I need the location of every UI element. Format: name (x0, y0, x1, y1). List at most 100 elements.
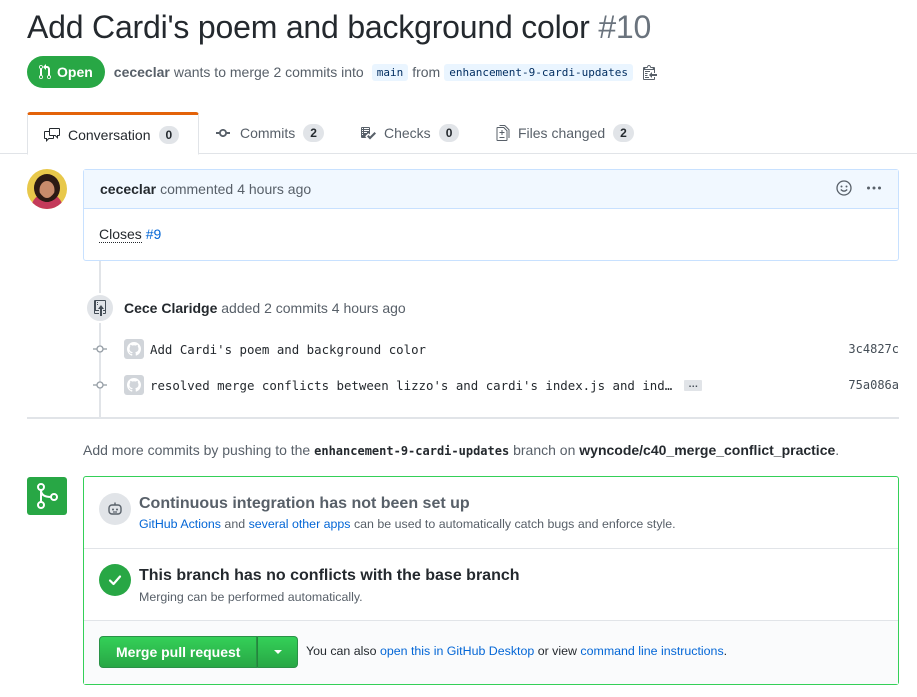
copy-branch-button[interactable] (643, 64, 658, 80)
commit-message-link[interactable]: resolved merge conflicts between lizzo's… (150, 378, 672, 393)
closes-keyword: Closes (99, 226, 142, 243)
smiley-icon (836, 179, 852, 196)
add-reaction-button[interactable] (836, 179, 852, 199)
merge-box: Continuous integration has not been set … (83, 476, 899, 685)
ci-and: and (224, 517, 246, 531)
merge-method-dropdown[interactable] (257, 636, 299, 668)
pr-tabs: Conversation 0 Commits 2 Checks 0 Files … (0, 112, 917, 155)
conflicts-section: This branch has no conflicts with the ba… (84, 549, 898, 621)
tab-checks-count: 0 (438, 124, 460, 142)
commits-event-badge (85, 293, 115, 323)
issue-link[interactable]: #9 (146, 226, 162, 242)
commit-sha-link[interactable]: 3c4827c (848, 342, 899, 356)
or-view-text: or view (537, 644, 577, 658)
tab-conversation[interactable]: Conversation 0 (27, 112, 199, 155)
ci-title: Continuous integration has not been set … (139, 495, 470, 512)
conflicts-subtitle: Merging can be performed automatically. (139, 590, 363, 604)
merge-alternatives: You can also open this in GitHub Desktop… (306, 644, 727, 658)
open-github-desktop-link[interactable]: open this in GitHub Desktop (380, 644, 534, 658)
octocat-icon (127, 378, 141, 392)
comment-discussion-icon (44, 127, 60, 142)
pr-title-text: Add Cardi's poem and background color (27, 9, 590, 45)
other-apps-link[interactable]: several other apps (249, 517, 351, 531)
from-text: from (412, 64, 441, 80)
tab-files-count: 2 (613, 124, 634, 142)
commit-sha-link[interactable]: 75a086a (848, 378, 899, 392)
check-icon (108, 575, 122, 586)
command-line-instructions-link[interactable]: command line instructions (580, 644, 723, 658)
comment-header: cececlar commented 4 hours ago (84, 170, 898, 209)
committer-avatar[interactable] (124, 375, 144, 395)
merge-actions: Merge pull request You can also open thi… (84, 621, 898, 684)
conflicts-status-badge (99, 564, 131, 596)
tab-files-label: Files changed (518, 125, 606, 141)
pr-number: #10 (598, 9, 652, 45)
commits-summary: Cece Claridge added 2 commits 4 hours ag… (124, 300, 406, 316)
ci-status-badge (99, 493, 131, 525)
ci-section: Continuous integration has not been set … (84, 477, 898, 549)
repo-push-icon (94, 300, 106, 316)
ci-description: GitHub Actions and several other apps ca… (139, 517, 676, 531)
merge-status-icon (27, 477, 67, 515)
expand-commit-button[interactable]: … (684, 379, 703, 391)
push-prefix: Add more commits by pushing to the (83, 442, 311, 458)
tab-commits[interactable]: Commits 2 (216, 112, 324, 154)
commit-row: resolved merge conflicts between lizzo's… (90, 375, 899, 395)
avatar[interactable] (27, 169, 67, 209)
octocat-icon (127, 342, 141, 356)
tab-commits-count: 2 (303, 124, 324, 142)
comment-box: cececlar commented 4 hours ago Closes #9 (83, 169, 899, 261)
git-merge-icon (37, 483, 58, 509)
also-prefix: You can also (306, 644, 377, 658)
checklist-icon (361, 127, 376, 140)
state-label: Open (57, 64, 93, 80)
clipboard-icon (643, 65, 658, 80)
committer-avatar[interactable] (124, 339, 144, 359)
commit-node-icon (90, 380, 110, 390)
committer-name[interactable]: Cece Claridge (124, 300, 217, 316)
file-diff-icon (496, 125, 510, 141)
github-actions-link[interactable]: GitHub Actions (139, 517, 221, 531)
conflicts-title: This branch has no conflicts with the ba… (139, 567, 520, 584)
head-branch[interactable]: enhancement-9-cardi-updates (444, 63, 634, 81)
comment-author[interactable]: cececlar (100, 181, 156, 197)
comment-body: Closes #9 (84, 209, 898, 259)
pr-meta: Open cececlar wants to merge 2 commits i… (27, 56, 658, 88)
push-suffix: . (835, 442, 840, 458)
commit-row: Add Cardi's poem and background color 3c… (90, 339, 899, 359)
avatar-image (27, 169, 67, 209)
push-middle: branch on (513, 442, 576, 458)
merge-pull-request-button[interactable]: Merge pull request (99, 636, 258, 668)
base-branch[interactable]: main (371, 63, 409, 81)
tab-checks-label: Checks (384, 125, 431, 141)
also-suffix: . (723, 644, 728, 658)
tab-conversation-count: 0 (158, 125, 180, 144)
comment-action: commented (160, 181, 234, 197)
tab-files-changed[interactable]: Files changed 2 (496, 112, 634, 154)
tab-commits-label: Commits (240, 125, 296, 141)
push-instructions: Add more commits by pushing to the enhan… (83, 442, 839, 458)
commits-added-text: added 2 commits (221, 300, 328, 316)
pr-author-link[interactable]: cececlar (114, 64, 170, 80)
state-badge: Open (27, 56, 105, 88)
pull-request-icon (39, 64, 51, 80)
commit-node-icon (90, 344, 110, 354)
tab-checks[interactable]: Checks 0 (360, 112, 460, 154)
tab-conversation-label: Conversation (68, 126, 151, 143)
triangle-down-icon (273, 650, 282, 654)
push-branch: enhancement-9-cardi-updates (314, 444, 510, 458)
ci-rest: can be used to automatically catch bugs … (353, 517, 676, 531)
comment-options-button[interactable] (866, 180, 882, 199)
comment-time[interactable]: 4 hours ago (237, 181, 311, 197)
comment-actions (836, 179, 882, 199)
push-repo: wyncode/c40_merge_conflict_practice (579, 442, 836, 458)
merge-button-group: Merge pull request (99, 636, 299, 668)
kebab-horizontal-icon (867, 186, 881, 189)
robot-icon (108, 502, 122, 515)
timeline-divider (27, 417, 899, 419)
merge-text: wants to merge 2 commits into (173, 64, 364, 80)
commit-message-link[interactable]: Add Cardi's poem and background color (150, 342, 426, 357)
git-commit-icon (216, 129, 230, 137)
commits-time[interactable]: 4 hours ago (332, 300, 406, 316)
pr-title: Add Cardi's poem and background color #1… (27, 9, 651, 46)
